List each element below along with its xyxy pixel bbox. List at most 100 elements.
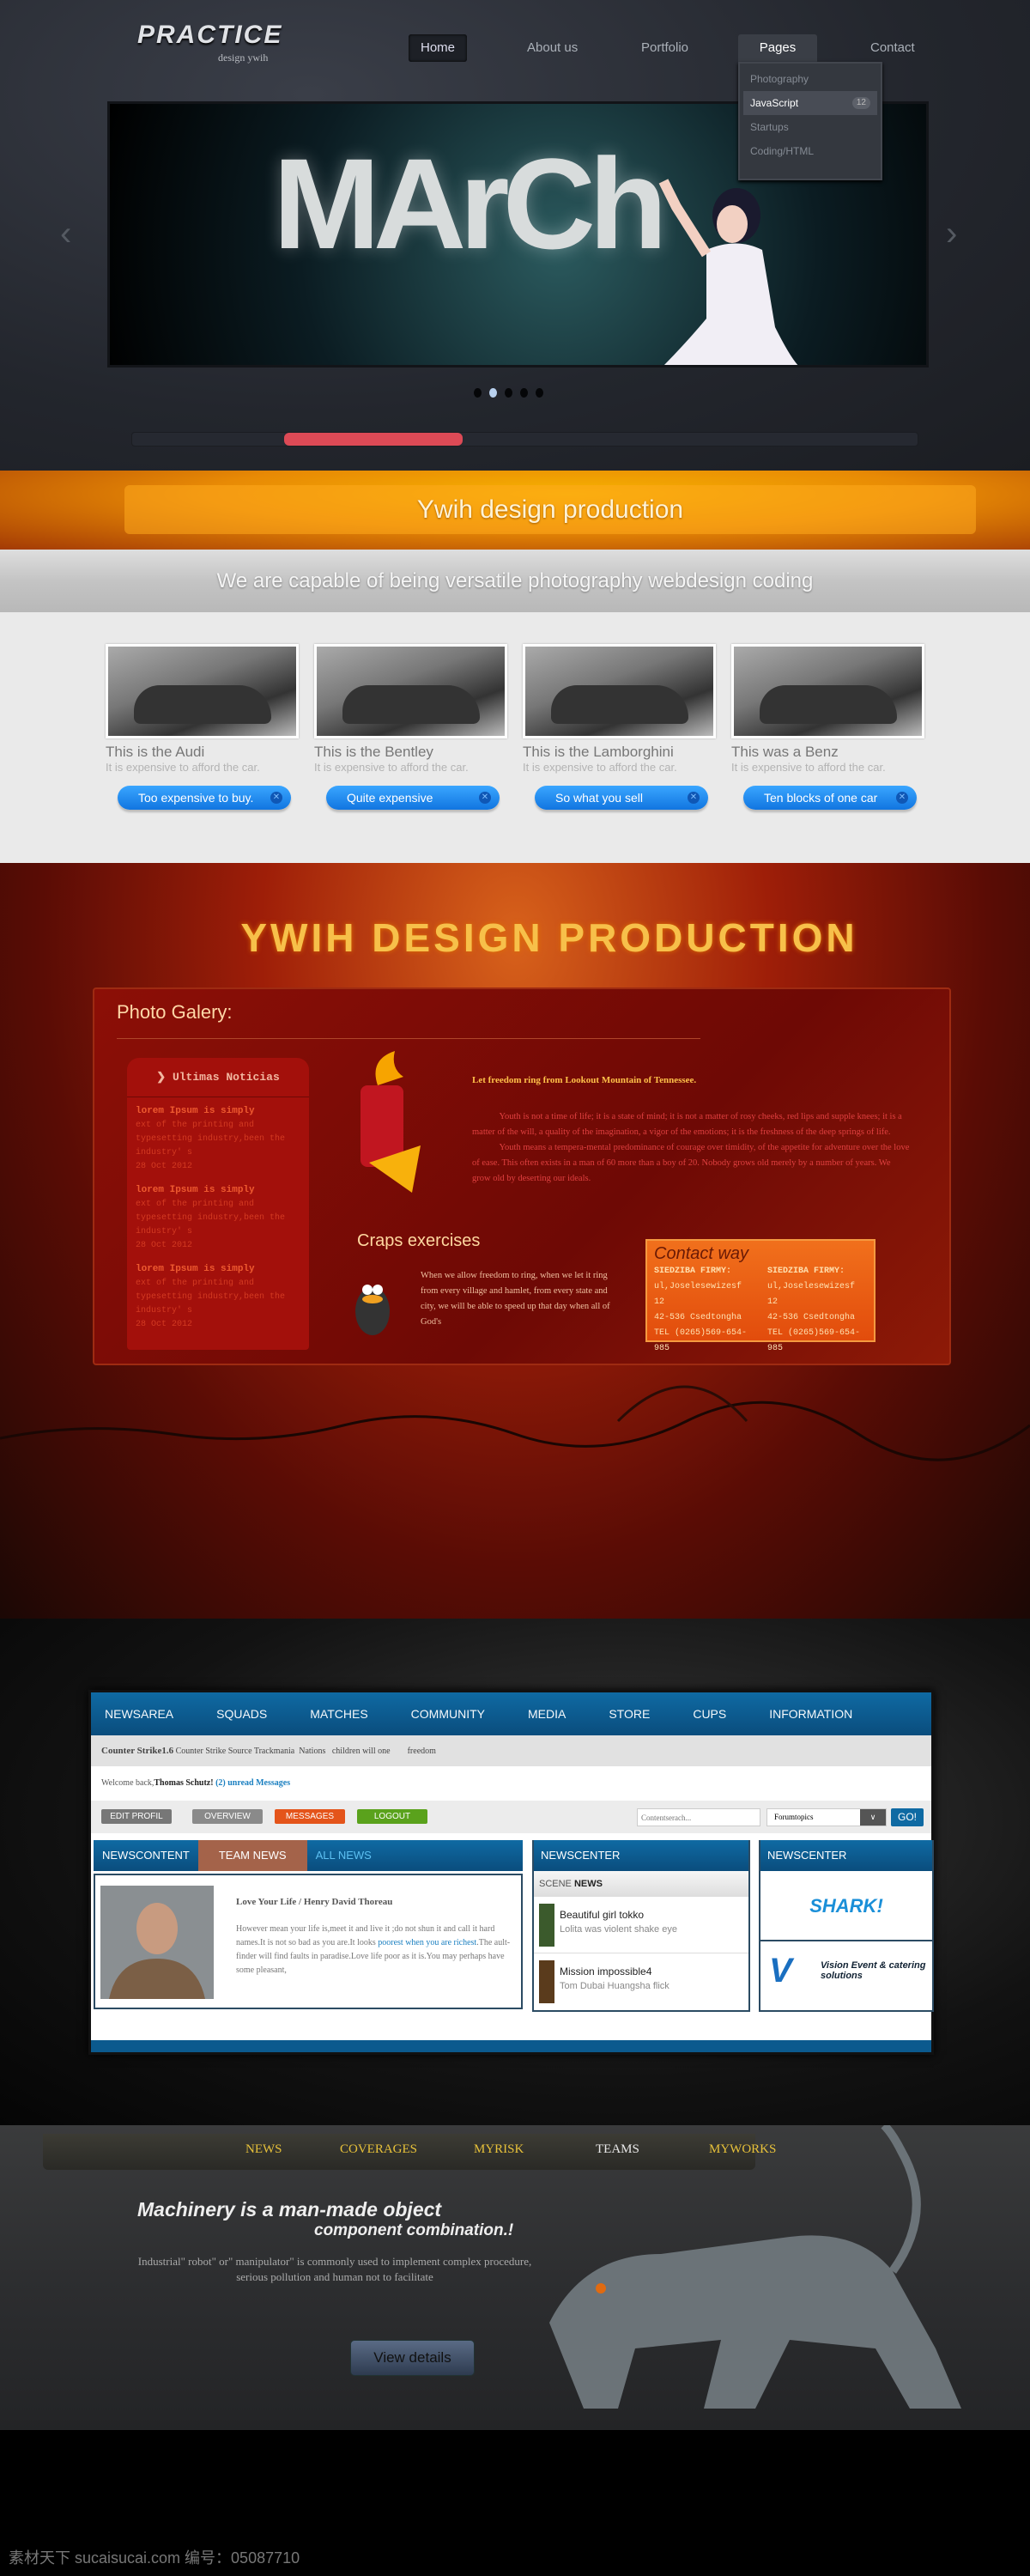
- subnav-active[interactable]: Counter Strike1.6: [101, 1746, 173, 1756]
- edit-profile-button[interactable]: EDIT PROFIL: [101, 1809, 172, 1824]
- nav-coverages[interactable]: COVERAGES: [340, 2142, 417, 2157]
- content-search-input[interactable]: [637, 1808, 760, 1826]
- car-button[interactable]: Quite expensive ✕: [326, 786, 500, 810]
- box-header: NEWSCENTER: [760, 1840, 932, 1871]
- forum-nav-item[interactable]: STORE: [609, 1707, 650, 1721]
- photo-gallery-panel: Photo Galery: ❯ Ultimas Noticias lorem I…: [93, 987, 951, 1365]
- forum-nav-item[interactable]: NEWSAREA: [105, 1707, 173, 1721]
- nav-about[interactable]: About us: [515, 34, 590, 62]
- chevron-down-icon[interactable]: ∨: [860, 1809, 886, 1826]
- logout-button[interactable]: LOGOUT: [357, 1809, 427, 1824]
- close-icon: ✕: [896, 792, 908, 804]
- robot-description: Industrial" robot" or" manipulator" is c…: [137, 2255, 532, 2283]
- dropdown-item-startups[interactable]: Startups: [743, 115, 877, 139]
- box-header: NEWSCENTER: [534, 1840, 748, 1871]
- newscenter-box: NEWSCENTER SCENE NEWS Beautiful girl tok…: [532, 1840, 750, 2012]
- dropdown-item-javascript[interactable]: JavaScript 12: [743, 91, 877, 115]
- view-details-button[interactable]: View details: [350, 2340, 475, 2376]
- go-button[interactable]: GO!: [891, 1808, 924, 1826]
- contact-box: Contact way SIEDZIBA FIRMY: ul,Joselesewi…: [645, 1239, 876, 1353]
- nav-pages[interactable]: Pages: [738, 34, 817, 64]
- news-item[interactable]: lorem Ipsum is simply ext of the printing…: [127, 1255, 309, 1334]
- logo[interactable]: PRACTICE: [137, 21, 282, 50]
- news-item[interactable]: lorem Ipsum is simply ext of the printing…: [127, 1176, 309, 1255]
- unread-messages-link[interactable]: (2) unread Messages: [215, 1778, 290, 1788]
- car-card: This was a Benz It is expensive to affor…: [731, 644, 924, 810]
- news-item[interactable]: lorem Ipsum is simply ext of the printing…: [127, 1097, 309, 1176]
- forum-nav-item[interactable]: CUPS: [693, 1707, 726, 1721]
- forum-nav-item[interactable]: MATCHES: [310, 1707, 367, 1721]
- news-header: ❯ Ultimas Noticias: [127, 1058, 309, 1097]
- article-link[interactable]: poorest when you are richest: [378, 1938, 476, 1947]
- craps-title: Craps exercises: [357, 1231, 481, 1250]
- contact-title: Contact way: [654, 1244, 749, 1263]
- nav-portfolio[interactable]: Portfolio: [629, 34, 700, 62]
- overview-button[interactable]: OVERVIEW: [192, 1809, 263, 1824]
- nav-myrisk[interactable]: MYRISK: [474, 2142, 524, 2157]
- slider-dot[interactable]: [536, 388, 543, 398]
- article: Love Your Life / Henry David Thoreau How…: [94, 1874, 523, 2009]
- robot-panther-image: [549, 2125, 961, 2409]
- contact-column: SIEDZIBA FIRMY: ul,Joselesewizesf 12 42-53…: [767, 1267, 861, 1353]
- chevron-left-icon[interactable]: ‹: [60, 215, 71, 253]
- forum-nav-item[interactable]: INFORMATION: [769, 1707, 852, 1721]
- nav-news[interactable]: NEWS: [245, 2142, 282, 2157]
- chevron-right-icon[interactable]: ›: [946, 215, 957, 253]
- banner-title: Ywih design production: [124, 485, 976, 534]
- scrollbar-thumb[interactable]: [283, 433, 463, 446]
- horizontal-scrollbar[interactable]: [131, 432, 918, 447]
- car-title: This is the Lamborghini: [523, 744, 674, 760]
- car-title: This was a Benz: [731, 744, 839, 760]
- car-button[interactable]: Too expensive to buy. ✕: [118, 786, 291, 810]
- dropdown-item-coding[interactable]: Coding/HTML: [743, 139, 877, 163]
- car-title: This is the Audi: [106, 744, 205, 760]
- car-image[interactable]: [523, 644, 716, 738]
- news-tabs: NEWSCONTENT TEAM NEWS ALL NEWS: [94, 1840, 523, 1871]
- nav-contact[interactable]: Contact: [858, 34, 927, 62]
- forum-nav-item[interactable]: COMMUNITY: [411, 1707, 485, 1721]
- slider-dot[interactable]: [520, 388, 528, 398]
- car-image[interactable]: [314, 644, 507, 738]
- divider: [117, 1038, 700, 1039]
- scene-item[interactable]: Mission impossible4 Tom Dubai Huangsha f…: [534, 1953, 748, 2008]
- messages-button[interactable]: MESSAGES: [275, 1809, 345, 1824]
- contact-column: SIEDZIBA FIRMY: ul,Joselesewizesf 12 42-53…: [654, 1267, 748, 1353]
- craps-text: When we allow freedom to ring, when we l…: [421, 1271, 610, 1327]
- tab-newscontent[interactable]: NEWSCONTENT: [94, 1840, 198, 1871]
- nav-home[interactable]: Home: [409, 34, 468, 62]
- subnav-links[interactable]: Counter Strike Source Trackmania Nations…: [176, 1747, 436, 1756]
- watermark: 素材天下 sucaisucai.com 编号：05087710: [9, 2549, 300, 2567]
- close-icon: ✕: [688, 792, 700, 804]
- slider-dot-active[interactable]: [489, 388, 497, 398]
- vision-event-logo[interactable]: V Vision Event & catering solutions: [760, 1941, 932, 2007]
- article-title: Love Your Life / Henry David Thoreau: [236, 1897, 393, 1907]
- car-button[interactable]: Ten blocks of one car ✕: [743, 786, 917, 810]
- forum-topics-select[interactable]: Forumtopics ∨: [766, 1808, 887, 1826]
- car-card: This is the Lamborghini It is expensive …: [523, 644, 716, 810]
- section-title: YWIH DESIGN PRODUCTION: [240, 915, 858, 960]
- scene-item[interactable]: Beautiful girl tokko Lolita was violent …: [534, 1897, 748, 1953]
- slider-dot[interactable]: [474, 388, 482, 398]
- welcome-bar: Welcome back,Thomas Schutz! (2) unread M…: [101, 1778, 291, 1788]
- forum-nav-item[interactable]: SQUADS: [216, 1707, 267, 1721]
- forum-widget: NEWSAREA SQUADS MATCHES COMMUNITY MEDIA …: [88, 1690, 934, 2055]
- car-image[interactable]: [731, 644, 924, 738]
- panel-title: Photo Galery:: [117, 1001, 233, 1023]
- woman-photo: [658, 179, 798, 365]
- tab-all-news[interactable]: ALL NEWS: [307, 1840, 380, 1871]
- car-button[interactable]: So what you sell ✕: [535, 786, 708, 810]
- slider-dot[interactable]: [505, 388, 512, 398]
- logo-subtitle: design ywih: [218, 52, 269, 64]
- shark-logo[interactable]: SHARK!: [760, 1871, 932, 1941]
- subheadline: component combination.!: [314, 2221, 514, 2239]
- dropdown-item-label: JavaScript: [750, 97, 799, 109]
- landscape-silhouette: [0, 1385, 1030, 1461]
- tagline: We are capable of being versatile photog…: [0, 550, 1030, 612]
- news-sidebar: ❯ Ultimas Noticias lorem Ipsum is simply…: [127, 1058, 309, 1350]
- car-image[interactable]: [106, 644, 299, 738]
- forum-nav-item[interactable]: MEDIA: [528, 1707, 566, 1721]
- tab-team-news[interactable]: TEAM NEWS: [197, 1840, 307, 1871]
- dropdown-item-photography[interactable]: Photography: [743, 67, 877, 91]
- red-section: YWIH DESIGN PRODUCTION Photo Galery: ❯ U…: [0, 863, 1030, 1619]
- game-subnav: Counter Strike1.6 Counter Strike Source …: [91, 1735, 931, 1766]
